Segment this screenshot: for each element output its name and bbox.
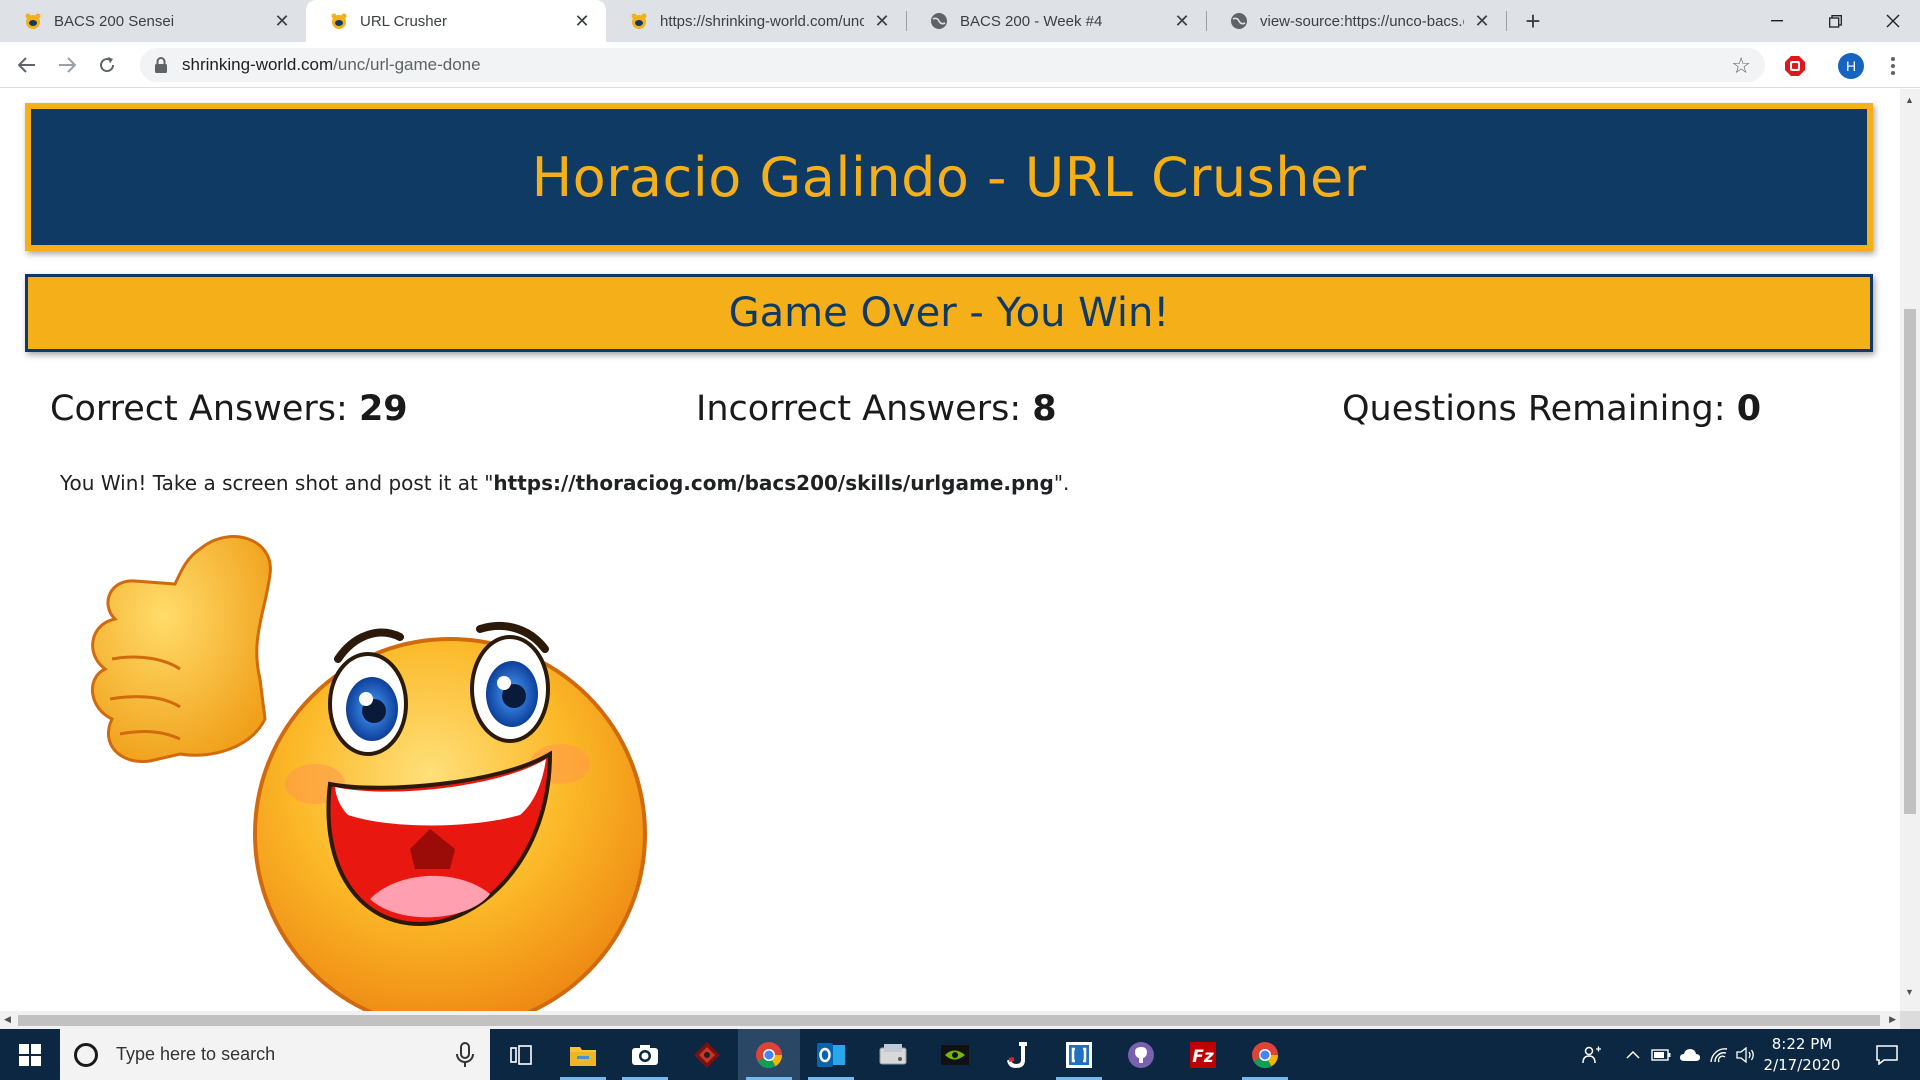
horizontal-scroll-thumb[interactable] [18,1015,1880,1026]
stat-label: Incorrect Answers: [696,389,1033,429]
url-path: /unc/url-game-done [333,55,481,74]
close-icon[interactable]: ✕ [572,11,592,31]
correct-answers-stat: Correct Answers: 29 [50,389,408,429]
horizontal-scrollbar[interactable]: ◀ ▶ [0,1011,1900,1029]
chrome-menu-button[interactable] [1880,53,1906,79]
minimize-button[interactable] [1748,0,1806,42]
game-status-banner: Game Over - You Win! [25,274,1873,352]
tab-title: view-source:https://unco-bacs.or [1260,12,1464,30]
stat-value: 29 [358,389,408,429]
tab-separator [1506,11,1507,31]
win-message-suffix: ". [1053,471,1070,495]
chrome-icon[interactable] [1234,1029,1296,1080]
scroll-right-icon[interactable]: ▶ [1889,1014,1896,1025]
stat-value: 0 [1736,389,1762,429]
chevron-up-icon[interactable] [1620,1029,1646,1080]
close-icon[interactable]: ✕ [272,11,292,31]
microphone-icon[interactable] [454,1041,476,1068]
win-message: You Win! Take a screen shot and post it … [60,471,1069,495]
tab-view-source[interactable]: view-source:https://unco-bacs.or ✕ [1206,0,1506,42]
close-window-button[interactable] [1864,0,1920,42]
windows-taskbar: Type here to search Fz 8:22 PM 2/17/2020 [0,1029,1920,1080]
page-title: Horacio Galindo - URL Crusher [531,145,1367,209]
questions-remaining-stat: Questions Remaining: 0 [1342,389,1761,429]
lock-icon [155,57,167,73]
tab-bacs-week4[interactable]: BACS 200 - Week #4 ✕ [906,0,1206,42]
clock-date: 2/17/2020 [1763,1056,1841,1074]
task-view-icon[interactable] [490,1029,552,1080]
screenshot-post-url: https://thoraciog.com/bacs200/skills/url… [493,471,1054,495]
url-text: shrinking-world.com/unc/url-game-done [182,55,481,75]
close-icon[interactable]: ✕ [872,11,892,31]
new-tab-button[interactable]: + [1520,6,1546,36]
stat-label: Correct Answers: [50,389,359,429]
search-placeholder: Type here to search [116,1044,276,1064]
bear-icon [330,12,348,30]
github-icon[interactable] [1110,1029,1172,1080]
vertical-scrollbar[interactable]: ▲ ▼ [1900,89,1920,1011]
profile-initial: H [1846,58,1856,74]
title-banner: Horacio Galindo - URL Crusher [25,103,1873,251]
stat-value: 8 [1032,389,1057,429]
scroll-down-icon[interactable]: ▼ [1905,987,1914,997]
close-icon[interactable]: ✕ [1472,11,1492,31]
vertical-scroll-thumb[interactable] [1904,309,1916,814]
scroll-up-icon[interactable]: ▲ [1905,95,1914,105]
stat-label: Questions Remaining: [1342,389,1737,429]
wifi-icon[interactable] [1706,1029,1732,1080]
tab-title: BACS 200 - Week #4 [960,12,1103,30]
tab-title: BACS 200 Sensei [54,12,175,30]
page-viewport: Horacio Galindo - URL Crusher Game Over … [0,89,1900,1011]
taskbar-search-box[interactable]: Type here to search [60,1029,490,1080]
start-button[interactable] [0,1029,60,1080]
svg-text:Fz: Fz [1192,1047,1214,1067]
bracket-app-icon[interactable] [1048,1029,1110,1080]
tab-bacs-sensei[interactable]: BACS 200 Sensei ✕ [0,0,306,42]
file-explorer-icon[interactable] [552,1029,614,1080]
profile-avatar[interactable]: H [1838,53,1864,79]
incorrect-answers-stat: Incorrect Answers: 8 [696,389,1057,429]
bear-icon [630,12,648,30]
scrollbar-corner [1900,1011,1920,1029]
scroll-left-icon[interactable]: ◀ [4,1014,11,1025]
bear-icon [24,12,42,30]
tab-title: URL Crusher [360,12,447,30]
cortana-icon [74,1042,98,1067]
close-icon[interactable]: ✕ [1172,11,1192,31]
browser-toolbar: shrinking-world.com/unc/url-game-done ☆ … [0,42,1920,88]
game-status-title: Game Over - You Win! [728,290,1170,336]
url-host: shrinking-world.com [182,55,334,74]
onedrive-cloud-icon[interactable] [1676,1029,1704,1080]
tab-strip: BACS 200 Sensei ✕ URL Crusher ✕ https://… [0,0,1920,42]
thumbs-up-smiley-icon [90,535,647,1011]
win-message-prefix: You Win! Take a screen shot and post it … [60,471,494,495]
adblock-extension-icon[interactable] [1782,53,1808,79]
reload-button[interactable] [92,50,122,80]
tab-url-crusher[interactable]: URL Crusher ✕ [306,0,606,42]
taskbar-clock[interactable]: 8:22 PM 2/17/2020 [1762,1034,1842,1076]
filezilla-icon[interactable]: Fz [1172,1029,1234,1080]
bookmark-star-icon[interactable]: ☆ [1731,53,1751,79]
people-icon[interactable] [1576,1029,1608,1080]
outlook-icon[interactable] [800,1029,862,1080]
battery-icon[interactable] [1648,1029,1674,1080]
restore-button[interactable] [1806,0,1864,42]
globe-icon [1230,12,1248,30]
j-app-icon[interactable] [986,1029,1048,1080]
clock-time: 8:22 PM [1771,1035,1833,1053]
nvidia-icon[interactable] [924,1029,986,1080]
address-bar[interactable]: shrinking-world.com/unc/url-game-done ☆ [140,48,1765,82]
windows-logo-icon [19,1043,41,1066]
tab-title: https://shrinking-world.com/unc/ [660,12,864,30]
forward-button[interactable] [52,50,82,80]
camera-icon[interactable] [614,1029,676,1080]
volume-icon[interactable] [1732,1029,1760,1080]
chrome-icon[interactable] [738,1029,800,1080]
disk-icon[interactable] [862,1029,924,1080]
tab-shrinking-world[interactable]: https://shrinking-world.com/unc/ ✕ [606,0,906,42]
globe-icon [930,12,948,30]
game-icon[interactable] [676,1029,738,1080]
back-button[interactable] [12,50,42,80]
action-center-icon[interactable] [1862,1029,1912,1080]
